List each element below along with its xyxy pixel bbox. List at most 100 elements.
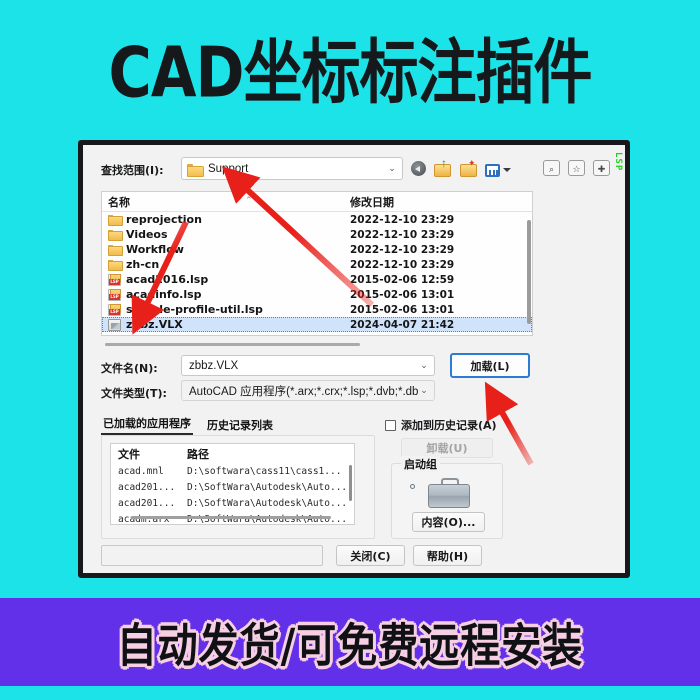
navigation-toolbar (411, 157, 511, 178)
loaded-file-cell: acad201... (118, 497, 176, 509)
loaded-grid-row[interactable]: acad.mnl D:\softwara\cass11\cass1... (111, 463, 354, 479)
close-button[interactable]: 关闭(C) (336, 545, 405, 566)
file-name-text: zh-cn (126, 258, 160, 271)
views-icon[interactable] (485, 163, 500, 177)
file-name-cell: Videos (102, 228, 350, 241)
look-in-combobox[interactable]: Support ⌄ (181, 157, 403, 180)
file-name-label: 文件名(N): (101, 362, 158, 375)
loaded-applications-panel: 文件 路径 acad.mnl D:\softwara\cass11\cass1..… (101, 435, 375, 539)
up-folder-icon[interactable] (433, 157, 452, 178)
unload-button[interactable]: 卸载(U) (401, 438, 493, 458)
chevron-down-icon[interactable]: ⌄ (418, 360, 430, 371)
file-date-cell: 2022-12-10 23:29 (350, 258, 455, 271)
tab-loaded-applications[interactable]: 已加载的应用程序 (101, 415, 193, 435)
file-list-row[interactable]: zh-cn 2022-12-10 23:29 (102, 257, 532, 272)
lsp-file-icon (108, 288, 121, 301)
bottom-banner-title: 自动发货/可免费远程安装 (116, 620, 584, 674)
startup-suite-group: 启动组 内容(O)... (391, 456, 503, 539)
folder-icon (108, 259, 123, 271)
chevron-down-icon[interactable]: ⌄ (418, 385, 430, 396)
loaded-path-cell: D:\softwara\cass11\cass1... (187, 465, 342, 477)
add-to-history-checkbox[interactable] (385, 419, 396, 431)
file-name-cell: zbbz.VLX (102, 318, 350, 331)
tab-history-list[interactable]: 历史记录列表 (205, 417, 275, 435)
bottom-banner-area: 自动发货/可免费远程安装 (0, 593, 700, 700)
add-to-icon[interactable]: ✚ (593, 160, 610, 176)
file-list-row[interactable]: reprojection 2022-12-10 23:29 (102, 212, 532, 227)
load-button[interactable]: 加载(L) (450, 353, 530, 378)
lower-tabs: 已加载的应用程序 历史记录列表 (101, 417, 431, 435)
file-name-text: acadinfo.lsp (126, 288, 202, 301)
file-name-cell: acad2016.lsp (102, 273, 350, 286)
folder-icon (108, 214, 123, 226)
file-name-cell: sample-profile-util.lsp (102, 303, 350, 316)
file-list-row[interactable]: acadinfo.lsp 2015-02-06 13:01 (102, 287, 532, 302)
views-dropdown-caret-icon[interactable] (503, 167, 511, 176)
file-list-header: 名称 修改日期 ⌃ (102, 192, 532, 212)
favorites-icon[interactable]: ☆ (568, 160, 585, 176)
file-name-text: Workflow (126, 243, 184, 256)
file-date-cell: 2022-12-10 23:29 (350, 213, 455, 226)
file-list-row[interactable]: zbbz.VLX 2024-04-07 21:42 (102, 317, 532, 332)
file-type-combobox[interactable]: AutoCAD 应用程序(*.arx;*.crx;*.lsp;*.dvb;*.d… (181, 380, 435, 401)
startup-suite-title: 启动组 (401, 456, 440, 472)
folder-icon (108, 229, 123, 241)
column-header-path[interactable]: 路径 (187, 448, 209, 461)
loaded-applications-grid[interactable]: 文件 路径 acad.mnl D:\softwara\cass11\cass1..… (110, 443, 355, 525)
file-list-row[interactable]: Videos 2022-12-10 23:29 (102, 227, 532, 242)
loaded-grid-header: 文件 路径 (111, 444, 354, 463)
file-list-rows: reprojection 2022-12-10 23:29 Videos 2022-1… (102, 212, 532, 332)
lsp-file-icon (108, 303, 121, 316)
file-name-cell: Workflow (102, 243, 350, 256)
file-type-value: AutoCAD 应用程序(*.arx;*.crx;*.lsp;*.dvb;*.d… (189, 385, 418, 398)
file-list-row[interactable]: Workflow 2022-12-10 23:29 (102, 242, 532, 257)
file-date-cell: 2024-04-07 21:42 (350, 318, 455, 331)
file-name-text: Videos (126, 228, 168, 241)
file-name-text: acad2016.lsp (126, 273, 209, 286)
column-header-name[interactable]: 名称 (108, 196, 130, 209)
dialog-body: 查找范围(I): Support ⌄ ⌕ ☆ ✚ 名称 (83, 145, 625, 573)
file-date-cell: 2022-12-10 23:29 (350, 228, 455, 241)
loaded-grid-row[interactable]: acad201... D:\SoftWara\Autodesk\Auto... (111, 495, 354, 511)
search-icon[interactable]: ⌕ (543, 160, 560, 176)
bottom-banner: 自动发货/可免费远程安装 (0, 598, 700, 686)
briefcase-icon (428, 478, 470, 508)
chevron-down-icon[interactable]: ⌄ (386, 163, 398, 174)
file-name-combobox[interactable]: zbbz.VLX ⌄ (181, 355, 435, 376)
column-header-file[interactable]: 文件 (118, 448, 140, 461)
file-list-row[interactable]: acad2016.lsp 2015-02-06 12:59 (102, 272, 532, 287)
file-name-cell: zh-cn (102, 258, 350, 271)
file-name-text: reprojection (126, 213, 202, 226)
file-name-value: zbbz.VLX (189, 359, 239, 372)
file-list[interactable]: 名称 修改日期 ⌃ reprojection 2022-12-10 23:29 Vi… (101, 191, 533, 336)
file-list-vertical-scrollbar[interactable] (527, 212, 531, 334)
help-button[interactable]: 帮助(H) (413, 545, 482, 566)
loaded-path-cell: D:\SoftWara\Autodesk\Auto... (187, 497, 348, 509)
folder-icon (108, 244, 123, 256)
new-folder-icon[interactable] (459, 158, 478, 178)
file-date-cell: 2015-02-06 13:01 (350, 303, 455, 316)
extra-toolbar: ⌕ ☆ ✚ (543, 159, 610, 176)
file-list-horizontal-scrollbar[interactable] (105, 342, 525, 347)
loaded-grid-vertical-scrollbar[interactable] (349, 465, 352, 501)
file-list-row[interactable]: sample-profile-util.lsp 2015-02-06 13:01 (102, 302, 532, 317)
file-date-cell: 2015-02-06 13:01 (350, 288, 455, 301)
column-header-date[interactable]: 修改日期 (350, 196, 394, 209)
back-icon[interactable] (411, 161, 426, 176)
contents-button[interactable]: 内容(O)... (412, 512, 485, 532)
vlx-file-icon (108, 318, 121, 331)
file-type-label: 文件类型(T): (101, 387, 167, 400)
add-to-history-row[interactable]: 添加到历史记录(A) (385, 417, 497, 433)
loaded-grid-row[interactable]: acad201... D:\SoftWara\Autodesk\Auto... (111, 479, 354, 495)
file-name-cell: reprojection (102, 213, 350, 226)
loaded-grid-horizontal-scrollbar[interactable] (131, 516, 331, 519)
add-to-history-label: 添加到历史记录(A) (401, 419, 497, 432)
status-field[interactable] (101, 545, 323, 566)
file-name-text: sample-profile-util.lsp (126, 303, 263, 316)
file-name-cell: acadinfo.lsp (102, 288, 350, 301)
loaded-file-cell: acad201... (118, 481, 176, 493)
look-in-label: 查找范围(I): (101, 164, 164, 177)
file-date-cell: 2015-02-06 12:59 (350, 273, 455, 286)
top-banner-title: CAD坐标标注插件 (108, 31, 593, 113)
look-in-row: 查找范围(I): Support ⌄ ⌕ ☆ ✚ (83, 157, 625, 181)
